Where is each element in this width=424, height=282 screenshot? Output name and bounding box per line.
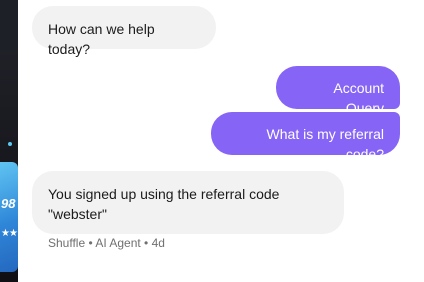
- user-message-account-query: Account Query: [276, 66, 400, 116]
- agent-message-referral-answer: You signed up using the referral code "w…: [32, 171, 344, 234]
- background-card-number: 98: [1, 196, 16, 211]
- agent-message-greeting: How can we help today?: [32, 6, 216, 57]
- background-card-stars: ★★: [1, 228, 18, 239]
- chat-panel: How can we help today? Account Query Wha…: [18, 0, 424, 282]
- background-indicator-dot: [8, 142, 12, 146]
- user-message-referral-question: What is my referral code?: [211, 112, 400, 162]
- background-page: 98 ★★: [0, 0, 18, 282]
- message-meta: Shuffle • AI Agent • 4d: [48, 236, 165, 250]
- background-header: [0, 0, 18, 50]
- screen: 98 ★★ How can we help today? Account Que…: [0, 0, 424, 282]
- background-game-card[interactable]: 98 ★★: [0, 162, 18, 272]
